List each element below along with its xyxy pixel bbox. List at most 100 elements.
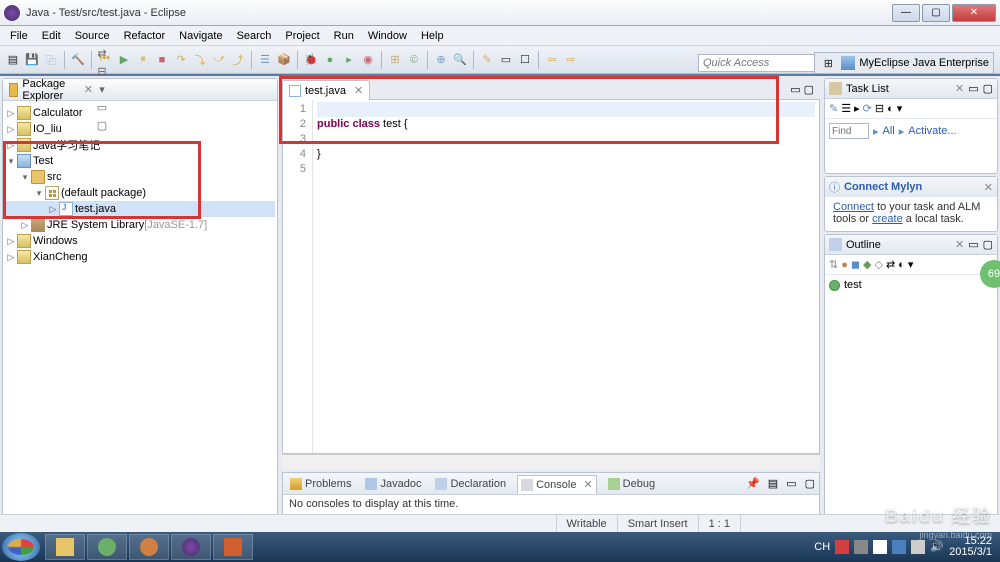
editor-scrollbar[interactable] xyxy=(282,454,820,470)
link-outline-icon[interactable]: ⇄ xyxy=(886,258,895,271)
tray-sogou-icon[interactable] xyxy=(835,540,849,554)
open-perspective-icon[interactable]: ⊞ xyxy=(819,54,837,72)
activate-dropdown-icon[interactable]: ▸ xyxy=(899,125,905,138)
debug-icon[interactable]: 🐞 xyxy=(302,51,320,69)
tray-network-icon[interactable] xyxy=(911,540,925,554)
sync-icon[interactable]: ⟳ xyxy=(863,102,872,115)
run-last-icon[interactable]: ▸ xyxy=(340,51,358,69)
close-view-icon[interactable]: ✕ xyxy=(84,83,93,96)
menu-refactor[interactable]: Refactor xyxy=(118,28,172,44)
back-icon[interactable]: ⇦ xyxy=(543,51,561,69)
collapse-all-icon[interactable]: ⊟ xyxy=(95,65,109,79)
menu-navigate[interactable]: Navigate xyxy=(173,28,228,44)
start-button[interactable] xyxy=(2,533,40,561)
maximize-button[interactable]: ▢ xyxy=(922,4,950,22)
menu-help[interactable]: Help xyxy=(415,28,450,44)
tree-node-test[interactable]: ▾Test xyxy=(5,153,275,169)
outline-min-icon[interactable]: ▭ xyxy=(968,238,978,251)
save-all-icon[interactable]: ⿻ xyxy=(42,51,60,69)
collapse-icon[interactable]: ⊟ xyxy=(875,102,884,115)
tray-volume-icon[interactable]: 🔊 xyxy=(930,540,944,554)
code-editor[interactable]: 1 2 3 4 5 public class test { } xyxy=(282,100,820,454)
menu-run[interactable]: Run xyxy=(328,28,360,44)
hide-local-icon[interactable]: ◇ xyxy=(874,258,882,271)
tray-flag-icon[interactable]: ▲ xyxy=(873,540,887,554)
tree-node-test-java[interactable]: ▷test.java xyxy=(5,201,275,217)
console-min-icon[interactable]: ▭ xyxy=(786,477,796,490)
search-icon[interactable]: 🔍 xyxy=(451,51,469,69)
focus-outline-icon[interactable]: ◐ xyxy=(898,259,905,271)
taskbar-browser[interactable] xyxy=(87,534,127,560)
code-content[interactable]: public class test { } xyxy=(313,100,819,453)
tree-node-calculator[interactable]: ▷Calculator xyxy=(5,105,275,121)
tree-node-java-notes[interactable]: ▷Java学习笔记 xyxy=(5,137,275,153)
new-task-icon[interactable]: ✎ xyxy=(829,102,838,115)
tree-node-xiancheng[interactable]: ▷XianCheng xyxy=(5,249,275,265)
taskbar-explorer[interactable] xyxy=(45,534,85,560)
categorize-icon[interactable]: ☰ xyxy=(841,102,851,115)
tree-node-jre[interactable]: ▷JRE System Library [JavaSE-1.7] xyxy=(5,217,275,233)
outline-max-icon[interactable]: ▢ xyxy=(983,238,993,251)
focus-icon[interactable]: ◐ xyxy=(887,103,894,115)
build-icon[interactable]: 🔨 xyxy=(69,51,87,69)
taskbar-powerpoint[interactable] xyxy=(213,534,253,560)
taskbar-media[interactable] xyxy=(129,534,169,560)
close-tab-icon[interactable]: ✕ xyxy=(354,84,363,97)
create-link[interactable]: create xyxy=(872,213,903,225)
outline-menu-icon[interactable]: ▾ xyxy=(908,258,914,271)
menu-window[interactable]: Window xyxy=(362,28,413,44)
open-type-icon[interactable]: ⊕ xyxy=(432,51,450,69)
hide-static-icon[interactable]: ◼ xyxy=(851,258,860,271)
close-tasklist-icon[interactable]: ✕ xyxy=(955,82,964,95)
menu-edit[interactable]: Edit xyxy=(36,28,67,44)
minimize-button[interactable]: — xyxy=(892,4,920,22)
display-console-icon[interactable]: ▤ xyxy=(768,477,778,490)
link-editor-icon[interactable]: ⇄ xyxy=(95,47,109,61)
forward-icon[interactable]: ⇨ xyxy=(562,51,580,69)
outline-item[interactable]: test xyxy=(844,279,862,291)
close-outline-icon[interactable]: ✕ xyxy=(955,238,964,251)
close-button[interactable]: ✕ xyxy=(952,4,996,22)
tray-keyboard-icon[interactable] xyxy=(854,540,868,554)
schedule-icon[interactable]: ▸ xyxy=(854,102,860,115)
all-link[interactable]: All xyxy=(883,125,895,137)
quick-access-input[interactable]: Quick Access xyxy=(698,54,824,72)
tasklist-min-icon[interactable]: ▭ xyxy=(968,82,978,95)
taskbar-eclipse[interactable] xyxy=(171,534,211,560)
console-max-icon[interactable]: ▢ xyxy=(805,477,815,490)
connect-link[interactable]: Connect xyxy=(833,201,874,213)
project-tree[interactable]: ▷Calculator ▷IO_liu ▷Java学习笔记 ▾Test ▾src… xyxy=(3,101,277,529)
tab-declaration[interactable]: Declaration xyxy=(432,476,509,492)
find-input[interactable] xyxy=(829,123,869,139)
tab-console[interactable]: Console✕ xyxy=(517,475,597,494)
new-icon[interactable]: ▤ xyxy=(4,51,22,69)
tab-problems[interactable]: Problems xyxy=(287,476,354,492)
run-icon[interactable]: ● xyxy=(321,51,339,69)
editor-minimize-icon[interactable]: ▭ xyxy=(790,83,800,96)
hide-fields-icon[interactable]: ● xyxy=(841,259,848,271)
hide-nonpublic-icon[interactable]: ◆ xyxy=(863,258,871,271)
editor-tab-test-java[interactable]: test.java ✕ xyxy=(282,80,370,100)
tree-node-windows[interactable]: ▷Windows xyxy=(5,233,275,249)
pin-console-icon[interactable]: 📌 xyxy=(746,477,760,490)
menu-search[interactable]: Search xyxy=(231,28,278,44)
ime-indicator[interactable]: CH xyxy=(814,541,830,553)
toggle-mark-icon[interactable]: ✎ xyxy=(478,51,496,69)
tasklist-max-icon[interactable]: ▢ xyxy=(983,82,993,95)
menu-source[interactable]: Source xyxy=(69,28,116,44)
coverage-icon[interactable]: ◉ xyxy=(359,51,377,69)
view-menu-icon[interactable]: ▾ xyxy=(95,83,109,97)
task-icon[interactable]: ☐ xyxy=(516,51,534,69)
tree-node-io-liu[interactable]: ▷IO_liu xyxy=(5,121,275,137)
tasklist-menu-icon[interactable]: ▾ xyxy=(897,102,903,115)
clock-date[interactable]: 2015/3/1 xyxy=(949,547,992,558)
tab-debug[interactable]: Debug xyxy=(605,476,658,492)
perspective-switcher[interactable]: ⊞ MyEclipse Java Enterprise xyxy=(814,52,994,74)
tab-javadoc[interactable]: Javadoc xyxy=(362,476,424,492)
bookmark-icon[interactable]: ▭ xyxy=(497,51,515,69)
tree-node-default-package[interactable]: ▾(default package) xyxy=(5,185,275,201)
save-icon[interactable]: 💾 xyxy=(23,51,41,69)
tray-shield-icon[interactable] xyxy=(892,540,906,554)
find-dropdown-icon[interactable]: ▸ xyxy=(873,125,879,138)
new-package-icon[interactable]: ⊞ xyxy=(386,51,404,69)
